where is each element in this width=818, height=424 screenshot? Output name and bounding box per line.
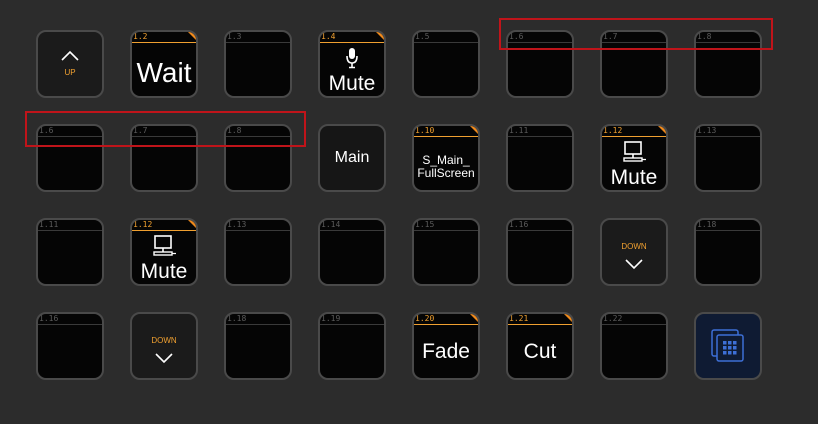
key-title: Fade: [422, 340, 470, 363]
key-title-line: FullScreen: [417, 166, 475, 180]
key-button-1-16[interactable]: 1.16: [36, 312, 104, 380]
key-button-1-18[interactable]: 1.18: [694, 218, 762, 286]
active-corner-marker: [564, 314, 572, 322]
key-id-label: 1.18: [226, 314, 290, 325]
key-title: Mute: [610, 166, 658, 189]
key-id-label: 1.14: [320, 220, 384, 231]
chevron-down-icon: [602, 256, 666, 272]
key-button-1-8[interactable]: 1.8: [694, 30, 762, 98]
key-button-1-12[interactable]: 1.12 Mute: [130, 218, 198, 286]
key-button-1-2[interactable]: 1.2 Wait: [130, 30, 198, 98]
key-button-1-6[interactable]: 1.6: [506, 30, 574, 98]
chevron-up-icon: [38, 48, 102, 64]
active-corner-marker: [188, 32, 196, 40]
key-button-1-22[interactable]: 1.22: [600, 312, 668, 380]
key-button-1-6[interactable]: 1.6: [36, 124, 104, 192]
key-button-1-20[interactable]: 1.20 Fade: [412, 312, 480, 380]
active-corner-marker: [658, 126, 666, 134]
grid-view-button[interactable]: [694, 312, 762, 380]
key-button-1-16[interactable]: 1.16: [506, 218, 574, 286]
key-id-label: 1.21: [508, 314, 572, 325]
key-id-label: 1.12: [132, 220, 196, 231]
key-button-1-12[interactable]: 1.12 Mute: [600, 124, 668, 192]
key-id-label: 1.8: [226, 126, 290, 137]
nav-up-button[interactable]: UP: [36, 30, 104, 98]
key-id-label: 1.15: [414, 220, 478, 231]
key-button-1-18[interactable]: 1.18: [224, 312, 292, 380]
key-button-1-4[interactable]: 1.4 Mute: [318, 30, 386, 98]
nav-label: DOWN: [151, 336, 177, 345]
nav-down-button[interactable]: DOWN: [600, 218, 668, 286]
grid-icon: [696, 314, 760, 378]
key-button-1-13[interactable]: 1.13: [224, 218, 292, 286]
key-id-label: 1.19: [320, 314, 384, 325]
computer-icon: [132, 234, 196, 258]
key-title: Mute: [140, 260, 188, 283]
active-corner-marker: [188, 220, 196, 228]
key-button-1-19[interactable]: 1.19: [318, 312, 386, 380]
key-id-label: 1.11: [508, 126, 572, 137]
key-button-1-10[interactable]: 1.10 S_Main_ FullScreen: [412, 124, 480, 192]
key-id-label: 1.13: [226, 220, 290, 231]
active-corner-marker: [470, 126, 478, 134]
key-id-label: 1.18: [696, 220, 760, 231]
key-button-1-11[interactable]: 1.11: [36, 218, 104, 286]
key-id-label: 1.5: [414, 32, 478, 43]
active-corner-marker: [376, 32, 384, 40]
chevron-down-icon: [132, 350, 196, 366]
key-title: Cut: [523, 340, 557, 363]
nav-label: UP: [64, 68, 76, 77]
key-id-label: 1.22: [602, 314, 666, 325]
key-id-label: 1.2: [132, 32, 196, 43]
key-title: Main: [334, 149, 370, 166]
key-id-label: 1.12: [602, 126, 666, 137]
key-title: Mute: [328, 72, 376, 95]
key-id-label: 1.16: [508, 220, 572, 231]
key-id-label: 1.20: [414, 314, 478, 325]
key-button-r1c3[interactable]: Main: [318, 124, 386, 192]
key-id-label: 1.6: [508, 32, 572, 43]
key-id-label: 1.13: [696, 126, 760, 137]
computer-icon: [602, 140, 666, 164]
key-id-label: 1.8: [696, 32, 760, 43]
key-button-1-14[interactable]: 1.14: [318, 218, 386, 286]
key-button-1-7[interactable]: 1.7: [600, 30, 668, 98]
key-button-1-5[interactable]: 1.5: [412, 30, 480, 98]
microphone-icon: [320, 46, 384, 70]
key-button-1-11[interactable]: 1.11: [506, 124, 574, 192]
key-button-1-7[interactable]: 1.7: [130, 124, 198, 192]
key-id-label: 1.16: [38, 314, 102, 325]
key-title: Wait: [136, 57, 192, 88]
key-id-label: 1.11: [38, 220, 102, 231]
nav-down-button[interactable]: DOWN: [130, 312, 198, 380]
key-button-1-15[interactable]: 1.15: [412, 218, 480, 286]
key-id-label: 1.6: [38, 126, 102, 137]
stream-deck-key-grid: UP 1.2 Wait 1.3 1.4 Mute 1.5 1.6 1.7 1.8 1.6 1.7 1.8…: [0, 0, 818, 424]
active-corner-marker: [470, 314, 478, 322]
key-button-1-8[interactable]: 1.8: [224, 124, 292, 192]
nav-label: DOWN: [621, 242, 647, 251]
key-button-1-21[interactable]: 1.21 Cut: [506, 312, 574, 380]
key-id-label: 1.3: [226, 32, 290, 43]
key-id-label: 1.10: [414, 126, 478, 137]
key-id-label: 1.7: [132, 126, 196, 137]
key-id-label: 1.7: [602, 32, 666, 43]
key-button-1-13[interactable]: 1.13: [694, 124, 762, 192]
key-button-1-3[interactable]: 1.3: [224, 30, 292, 98]
key-title-line: S_Main_: [422, 153, 470, 167]
key-id-label: 1.4: [320, 32, 384, 43]
